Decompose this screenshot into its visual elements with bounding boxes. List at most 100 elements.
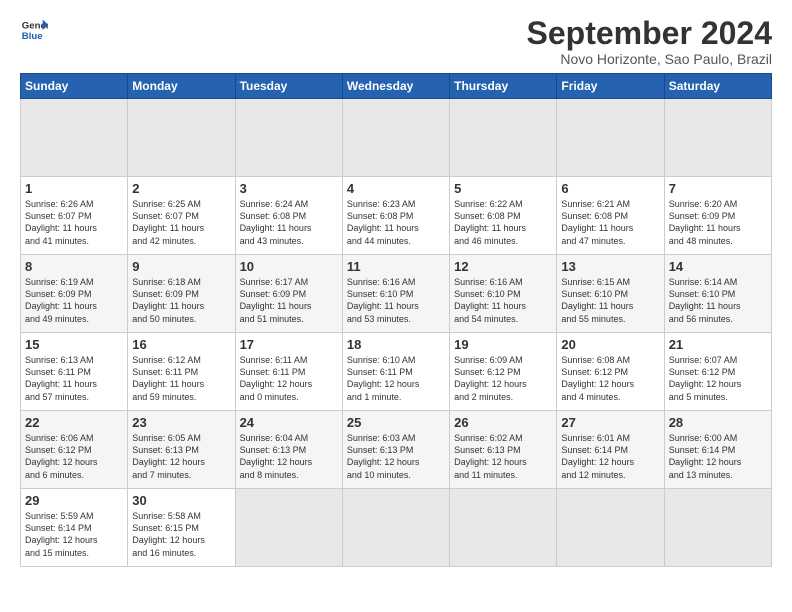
day-detail: Sunrise: 6:18 AM Sunset: 6:09 PM Dayligh… [132,277,204,323]
day-detail: Sunrise: 6:15 AM Sunset: 6:10 PM Dayligh… [561,277,633,323]
day-number: 1 [25,181,123,196]
day-number: 11 [347,259,445,274]
day-number: 24 [240,415,338,430]
day-detail: Sunrise: 6:07 AM Sunset: 6:12 PM Dayligh… [669,355,742,401]
day-number: 19 [454,337,552,352]
day-number: 5 [454,181,552,196]
table-row [664,489,771,567]
table-row: 2Sunrise: 6:25 AM Sunset: 6:07 PM Daylig… [128,177,235,255]
calendar-week-4: 22 Sunrise: 6:06 AM Sunset: 6:12 PM Dayli… [21,411,772,489]
table-row: 22 Sunrise: 6:06 AM Sunset: 6:12 PM Dayli… [21,411,128,489]
col-wednesday: Wednesday [342,74,449,99]
table-row: 13 Sunrise: 6:15 AM Sunset: 6:10 PM Dayli… [557,255,664,333]
location: Novo Horizonte, Sao Paulo, Brazil [527,51,772,67]
day-number: 22 [25,415,123,430]
calendar-week-0 [21,99,772,177]
table-row: 26Sunrise: 6:02 AM Sunset: 6:13 PM Dayli… [450,411,557,489]
day-detail: Sunrise: 6:24 AM Sunset: 6:08 PM Dayligh… [240,199,312,245]
day-detail: Sunrise: 6:19 AM Sunset: 6:09 PM Dayligh… [25,277,97,323]
day-number: 15 [25,337,123,352]
day-detail: Sunrise: 6:22 AM Sunset: 6:08 PM Dayligh… [454,199,526,245]
table-row: 6 Sunrise: 6:21 AM Sunset: 6:08 PM Daylig… [557,177,664,255]
calendar-week-2: 8 Sunrise: 6:19 AM Sunset: 6:09 PM Daylig… [21,255,772,333]
table-row [450,99,557,177]
col-saturday: Saturday [664,74,771,99]
logo-icon: General Blue [20,16,48,44]
day-number: 6 [561,181,659,196]
day-number: 23 [132,415,230,430]
day-detail: Sunrise: 6:09 AM Sunset: 6:12 PM Dayligh… [454,355,527,401]
table-row [342,99,449,177]
col-monday: Monday [128,74,235,99]
table-row: 7Sunrise: 6:20 AM Sunset: 6:09 PM Daylig… [664,177,771,255]
col-sunday: Sunday [21,74,128,99]
day-detail: Sunrise: 6:04 AM Sunset: 6:13 PM Dayligh… [240,433,313,479]
day-detail: Sunrise: 6:06 AM Sunset: 6:12 PM Dayligh… [25,433,98,479]
table-row [235,99,342,177]
title-block: September 2024 Novo Horizonte, Sao Paulo… [527,16,772,67]
day-number: 20 [561,337,659,352]
day-detail: Sunrise: 6:12 AM Sunset: 6:11 PM Dayligh… [132,355,204,401]
day-detail: Sunrise: 6:17 AM Sunset: 6:09 PM Dayligh… [240,277,312,323]
day-detail: Sunrise: 6:03 AM Sunset: 6:13 PM Dayligh… [347,433,420,479]
table-row: 21 Sunrise: 6:07 AM Sunset: 6:12 PM Dayli… [664,333,771,411]
day-detail: Sunrise: 6:16 AM Sunset: 6:10 PM Dayligh… [347,277,419,323]
day-number: 13 [561,259,659,274]
day-number: 3 [240,181,338,196]
day-number: 27 [561,415,659,430]
day-detail: Sunrise: 6:01 AM Sunset: 6:14 PM Dayligh… [561,433,634,479]
table-row: 10 Sunrise: 6:17 AM Sunset: 6:09 PM Dayli… [235,255,342,333]
day-detail: Sunrise: 6:20 AM Sunset: 6:09 PM Dayligh… [669,199,741,245]
day-number: 4 [347,181,445,196]
table-row: 19 Sunrise: 6:09 AM Sunset: 6:12 PM Dayli… [450,333,557,411]
table-row: 25Sunrise: 6:03 AM Sunset: 6:13 PM Dayli… [342,411,449,489]
table-row: 9 Sunrise: 6:18 AM Sunset: 6:09 PM Daylig… [128,255,235,333]
day-number: 10 [240,259,338,274]
table-row: 5 Sunrise: 6:22 AM Sunset: 6:08 PM Daylig… [450,177,557,255]
day-detail: Sunrise: 6:05 AM Sunset: 6:13 PM Dayligh… [132,433,205,479]
day-number: 26 [454,415,552,430]
table-row: 20Sunrise: 6:08 AM Sunset: 6:12 PM Dayli… [557,333,664,411]
table-row: 16 Sunrise: 6:12 AM Sunset: 6:11 PM Dayli… [128,333,235,411]
calendar-week-3: 15 Sunrise: 6:13 AM Sunset: 6:11 PM Dayli… [21,333,772,411]
table-row: 1 Sunrise: 6:26 AM Sunset: 6:07 PM Daylig… [21,177,128,255]
col-thursday: Thursday [450,74,557,99]
table-row [21,99,128,177]
day-detail: Sunrise: 6:00 AM Sunset: 6:14 PM Dayligh… [669,433,742,479]
day-number: 9 [132,259,230,274]
day-number: 14 [669,259,767,274]
day-number: 30 [132,493,230,508]
table-row: 14 Sunrise: 6:14 AM Sunset: 6:10 PM Dayli… [664,255,771,333]
day-detail: Sunrise: 6:21 AM Sunset: 6:08 PM Dayligh… [561,199,633,245]
table-row: 23 Sunrise: 6:05 AM Sunset: 6:13 PM Dayli… [128,411,235,489]
svg-text:Blue: Blue [22,31,43,42]
day-detail: Sunrise: 6:10 AM Sunset: 6:11 PM Dayligh… [347,355,420,401]
day-number: 28 [669,415,767,430]
page: General Blue September 2024 Novo Horizon… [0,0,792,577]
table-row [557,99,664,177]
header-row: Sunday Monday Tuesday Wednesday Thursday… [21,74,772,99]
table-row [557,489,664,567]
calendar-table: Sunday Monday Tuesday Wednesday Thursday… [20,73,772,567]
table-row: 27 Sunrise: 6:01 AM Sunset: 6:14 PM Dayli… [557,411,664,489]
table-row: 18 Sunrise: 6:10 AM Sunset: 6:11 PM Dayli… [342,333,449,411]
day-number: 29 [25,493,123,508]
day-number: 16 [132,337,230,352]
table-row: 11 Sunrise: 6:16 AM Sunset: 6:10 PM Dayli… [342,255,449,333]
col-tuesday: Tuesday [235,74,342,99]
day-number: 17 [240,337,338,352]
table-row: 24 Sunrise: 6:04 AM Sunset: 6:13 PM Dayli… [235,411,342,489]
day-detail: Sunrise: 6:13 AM Sunset: 6:11 PM Dayligh… [25,355,97,401]
day-number: 21 [669,337,767,352]
header: General Blue September 2024 Novo Horizon… [20,16,772,67]
day-detail: Sunrise: 6:11 AM Sunset: 6:11 PM Dayligh… [240,355,313,401]
day-detail: Sunrise: 6:14 AM Sunset: 6:10 PM Dayligh… [669,277,741,323]
day-number: 12 [454,259,552,274]
table-row [235,489,342,567]
table-row: 4Sunrise: 6:23 AM Sunset: 6:08 PM Daylig… [342,177,449,255]
calendar-week-5: 29Sunrise: 5:59 AM Sunset: 6:14 PM Dayli… [21,489,772,567]
day-number: 18 [347,337,445,352]
calendar-week-1: 1 Sunrise: 6:26 AM Sunset: 6:07 PM Daylig… [21,177,772,255]
day-number: 8 [25,259,123,274]
day-detail: Sunrise: 6:26 AM Sunset: 6:07 PM Dayligh… [25,199,97,245]
